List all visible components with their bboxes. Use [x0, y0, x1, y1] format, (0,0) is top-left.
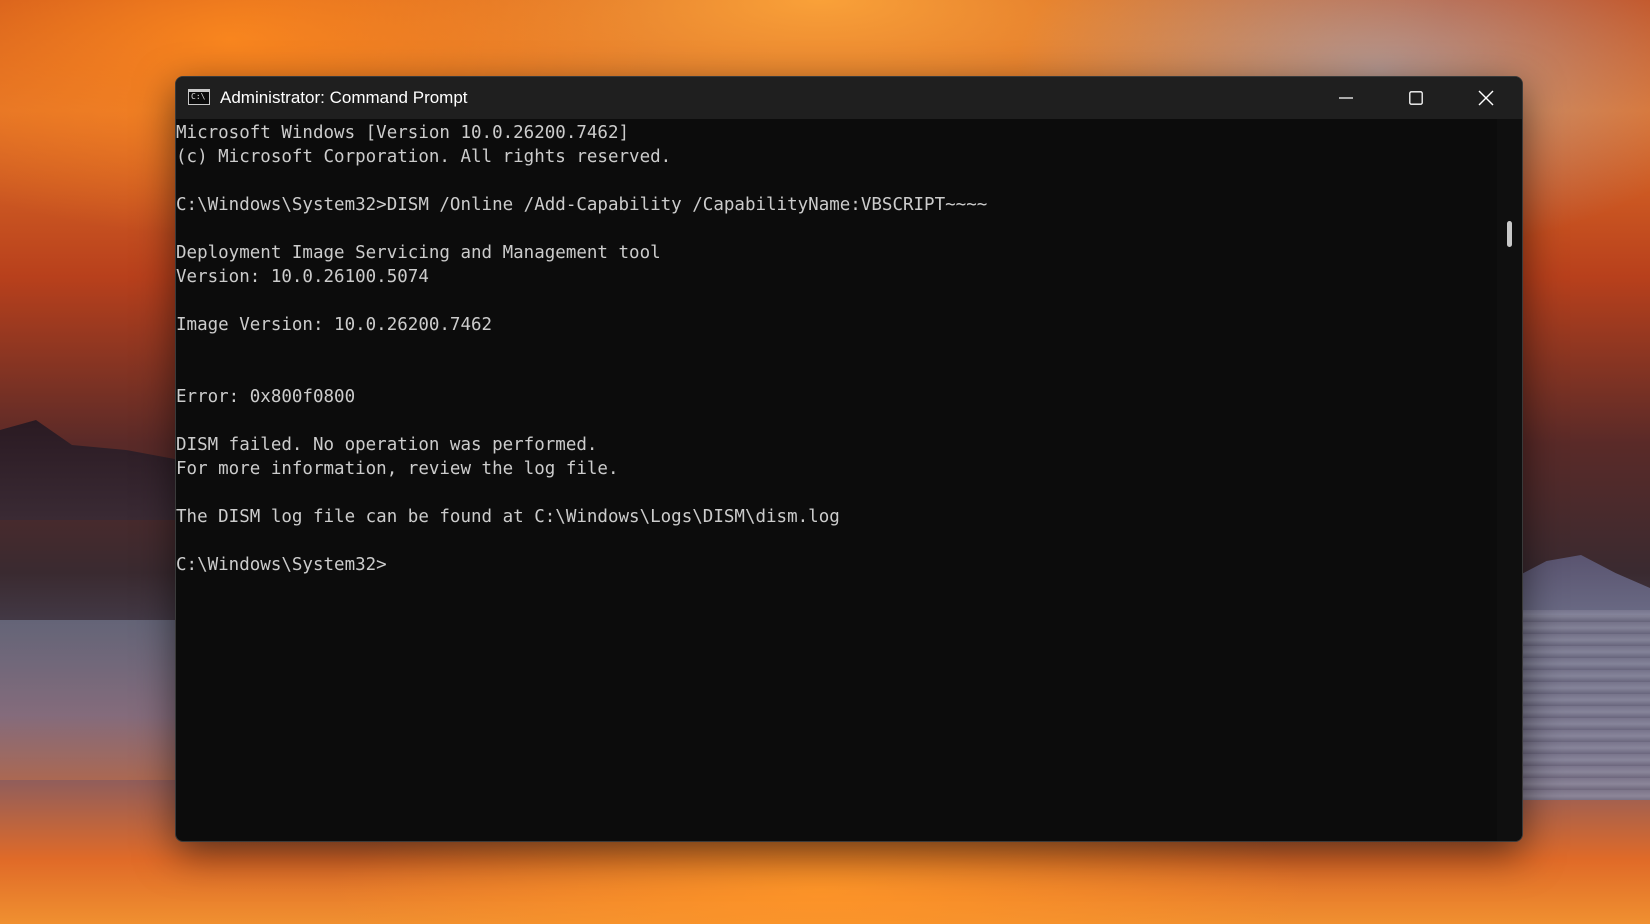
console-line: Deployment Image Servicing and Managemen…: [176, 243, 661, 263]
terminal-icon: C:\: [188, 89, 210, 105]
minimize-icon: [1339, 97, 1353, 99]
console-line: Image Version: 10.0.26200.7462: [176, 315, 493, 335]
title-bar[interactable]: C:\ Administrator: Command Prompt: [176, 77, 1522, 119]
console-line: Error: 0x800f0800: [176, 387, 356, 407]
console-line: For more information, review the log fil…: [176, 459, 619, 479]
console-line: Version: 10.0.26100.5074: [176, 267, 429, 287]
close-icon: [1478, 90, 1494, 106]
background-hill: [0, 420, 180, 520]
close-button[interactable]: [1451, 77, 1521, 119]
background-sea-left: [0, 620, 175, 780]
console-line: C:\Windows\System32>DISM /Online /Add-Ca…: [176, 195, 988, 215]
console-line: (c) Microsoft Corporation. All rights re…: [176, 147, 672, 167]
maximize-icon: [1409, 91, 1423, 105]
scrollbar-thumb[interactable]: [1507, 221, 1512, 247]
maximize-button[interactable]: [1381, 77, 1451, 119]
command-prompt-line[interactable]: C:\Windows\System32>: [176, 553, 1492, 577]
command-prompt-window: C:\ Administrator: Command Prompt Micros…: [175, 76, 1523, 842]
window-title: Administrator: Command Prompt: [220, 88, 468, 107]
console-output[interactable]: Microsoft Windows [Version 10.0.26200.74…: [176, 119, 1492, 841]
console-line: Microsoft Windows [Version 10.0.26200.74…: [176, 123, 630, 143]
console-line: DISM failed. No operation was performed.: [176, 435, 598, 455]
minimize-button[interactable]: [1311, 77, 1381, 119]
vertical-scrollbar[interactable]: [1497, 119, 1522, 841]
console-line: The DISM log file can be found at C:\Win…: [176, 507, 840, 527]
